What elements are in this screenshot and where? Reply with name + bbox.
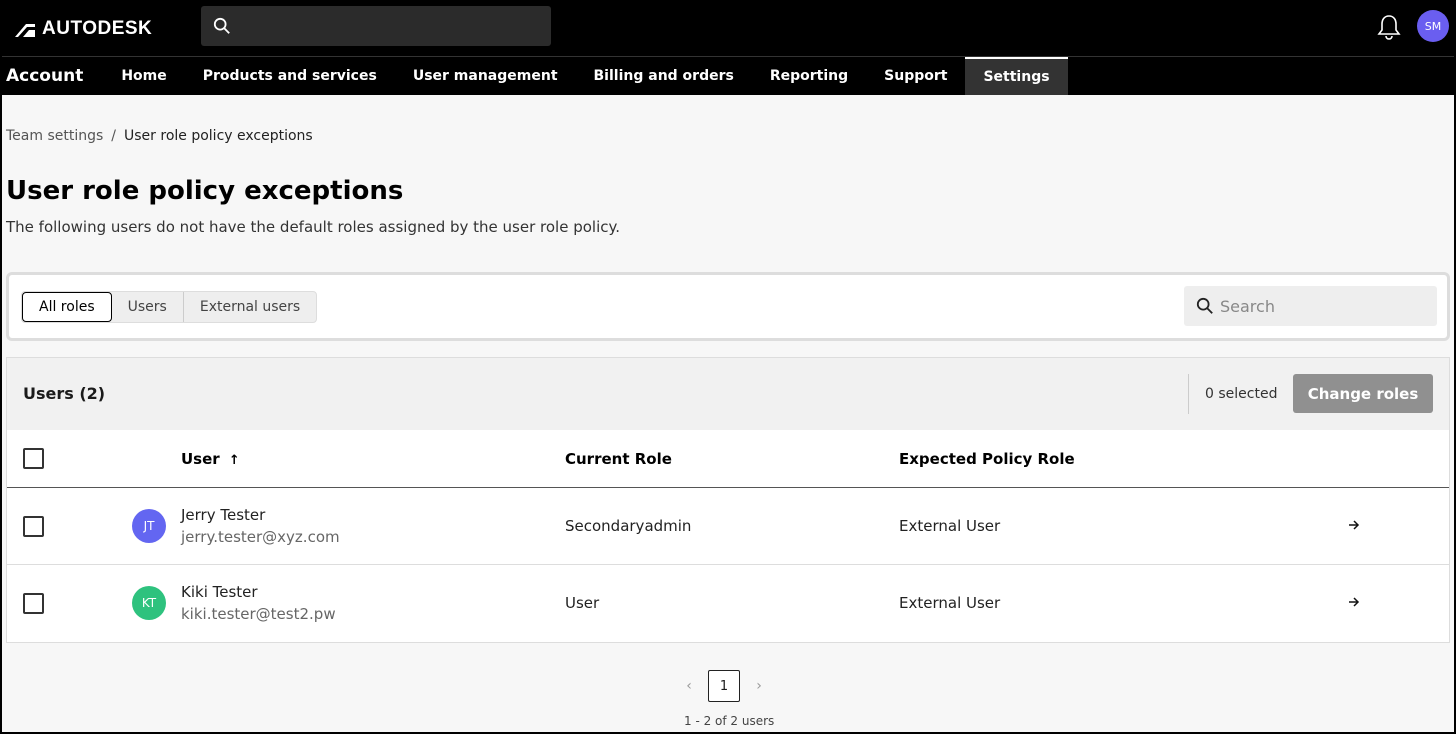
- nav-item-products[interactable]: Products and services: [185, 57, 395, 95]
- selected-count: 0 selected: [1188, 374, 1277, 414]
- main-content: Team settings / User role policy excepti…: [2, 128, 1454, 643]
- nav-item-reporting[interactable]: Reporting: [752, 57, 866, 95]
- pagination-summary: 1 - 2 of 2 users: [684, 714, 775, 728]
- top-header: AUTODESK SM: [2, 2, 1454, 57]
- search-input[interactable]: [1220, 296, 1420, 316]
- expected-role: External User: [899, 594, 1001, 612]
- row-checkbox[interactable]: [23, 593, 44, 614]
- tab-all-roles[interactable]: All roles: [22, 292, 112, 322]
- global-search[interactable]: [201, 6, 551, 46]
- row-checkbox[interactable]: [23, 516, 44, 537]
- arrow-right-icon[interactable]: [1347, 595, 1361, 609]
- arrow-right-icon[interactable]: [1347, 518, 1361, 532]
- chevron-left-icon[interactable]: ‹: [682, 678, 696, 694]
- avatar: KT: [132, 586, 166, 620]
- users-count: Users (2): [23, 384, 106, 403]
- current-role: User: [565, 594, 600, 612]
- breadcrumb: Team settings / User role policy excepti…: [6, 128, 1450, 144]
- nav-item-billing[interactable]: Billing and orders: [576, 57, 752, 95]
- chevron-right-icon[interactable]: ›: [752, 678, 766, 694]
- nav-item-settings[interactable]: Settings: [965, 57, 1068, 95]
- autodesk-logo-icon: [15, 24, 35, 37]
- nav-title: Account: [6, 66, 84, 86]
- user-name: Kiki Tester: [181, 583, 258, 601]
- table-toolbar: Users (2) 0 selected Change roles: [7, 358, 1449, 430]
- nav-item-support[interactable]: Support: [866, 57, 965, 95]
- nav-item-user-management[interactable]: User management: [395, 57, 576, 95]
- page-number-button[interactable]: 1: [708, 670, 740, 702]
- select-all-checkbox[interactable]: [23, 448, 44, 469]
- autodesk-logo[interactable]: AUTODESK: [14, 18, 152, 40]
- table-row[interactable]: JT Jerry Tester jerry.tester@xyz.com Sec…: [7, 488, 1449, 565]
- page-description: The following users do not have the defa…: [6, 218, 621, 236]
- main-nav: Account Home Products and services User …: [2, 57, 1454, 95]
- user-avatar[interactable]: SM: [1417, 10, 1449, 42]
- role-filter-tabs: All roles Users External users: [21, 291, 318, 323]
- pagination: ‹ 1 ›: [682, 670, 766, 702]
- avatar: JT: [132, 509, 166, 543]
- user-email: jerry.tester@xyz.com: [181, 528, 340, 546]
- column-expected-role[interactable]: Expected Policy Role: [899, 450, 1075, 468]
- table-row[interactable]: KT Kiki Tester kiki.tester@test2.pw User…: [7, 565, 1449, 642]
- column-current-role[interactable]: Current Role: [565, 450, 672, 468]
- filter-bar: All roles Users External users: [6, 272, 1450, 341]
- brand-name: AUTODESK: [42, 18, 153, 39]
- user-email: kiki.tester@test2.pw: [181, 605, 336, 623]
- nav-item-home[interactable]: Home: [103, 57, 184, 95]
- global-search-input[interactable]: [239, 18, 539, 34]
- user-name: Jerry Tester: [181, 506, 266, 524]
- breadcrumb-team-settings[interactable]: Team settings: [6, 128, 103, 144]
- change-roles-button[interactable]: Change roles: [1293, 374, 1433, 413]
- expected-role: External User: [899, 517, 1001, 535]
- tab-users[interactable]: Users: [112, 292, 184, 322]
- column-user[interactable]: User ↑: [181, 450, 240, 468]
- page-title: User role policy exceptions: [6, 176, 404, 206]
- bell-icon[interactable]: [1376, 13, 1402, 41]
- tab-external-users[interactable]: External users: [184, 292, 316, 322]
- table-header: User ↑ Current Role Expected Policy Role: [7, 430, 1449, 488]
- breadcrumb-separator: /: [111, 128, 117, 144]
- search-icon: [213, 17, 230, 34]
- sort-ascending-icon: ↑: [228, 452, 240, 468]
- current-role: Secondaryadmin: [565, 517, 692, 535]
- column-user-label: User: [181, 449, 220, 468]
- table-search[interactable]: [1184, 286, 1437, 326]
- search-icon: [1196, 297, 1213, 314]
- breadcrumb-current: User role policy exceptions: [124, 128, 313, 144]
- users-table: Users (2) 0 selected Change roles User ↑…: [6, 357, 1450, 643]
